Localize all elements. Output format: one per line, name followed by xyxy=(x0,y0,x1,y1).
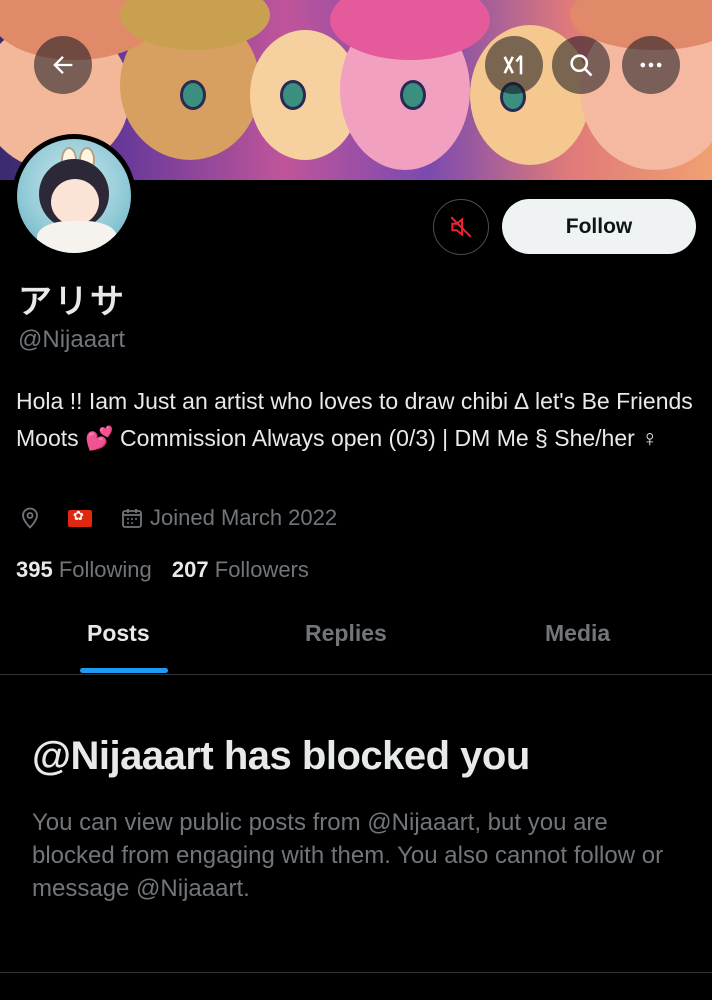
followers-link[interactable]: 207 Followers xyxy=(172,557,309,582)
avatar[interactable] xyxy=(12,134,136,258)
banner-art xyxy=(280,80,306,110)
following-label: Following xyxy=(58,557,152,582)
more-button[interactable] xyxy=(622,36,680,94)
back-button[interactable] xyxy=(34,36,92,94)
more-icon xyxy=(640,62,662,68)
followers-count: 207 xyxy=(171,557,209,582)
following-link[interactable]: 395 Following xyxy=(16,557,152,582)
tab-posts[interactable]: Posts xyxy=(87,620,150,647)
blocked-description: You can view public posts from @Nijaaart… xyxy=(32,809,664,902)
display-name: アリサ xyxy=(18,282,126,322)
follow-button[interactable]: Follow xyxy=(502,199,696,254)
join-date: Joined March 2022 xyxy=(150,505,338,530)
avatar-image xyxy=(17,139,131,253)
following-count: 395 xyxy=(16,557,53,582)
hong-kong-flag-icon xyxy=(68,508,92,527)
grok-icon xyxy=(503,54,523,75)
banner-art xyxy=(400,80,426,110)
avatar-art xyxy=(37,221,117,253)
grok-button[interactable] xyxy=(485,36,543,94)
active-tab-indicator xyxy=(80,668,168,673)
divider xyxy=(0,972,712,973)
follow-stats: 395 Following 207 Followers xyxy=(16,557,309,583)
user-handle: @Nijaaart xyxy=(18,326,126,353)
tab-replies[interactable]: Replies xyxy=(305,620,387,647)
profile-meta: Joined March 2022 xyxy=(18,505,337,531)
banner-art xyxy=(180,80,206,110)
heart-emoji: 💕 xyxy=(85,425,114,451)
back-arrow-icon xyxy=(53,56,73,74)
muted-speaker-icon xyxy=(450,216,472,238)
tab-media[interactable]: Media xyxy=(545,620,610,647)
bio-text: Commission Always open (0/3) | DM Me § S… xyxy=(113,425,659,451)
avatar-art xyxy=(51,179,99,225)
search-button[interactable] xyxy=(552,36,610,94)
profile-bio: Hola !! Iam Just an artist who loves to … xyxy=(16,383,696,457)
unmute-button[interactable] xyxy=(433,199,489,255)
blocked-title: @Nijaaart has blocked you xyxy=(32,734,530,778)
search-icon xyxy=(570,54,593,77)
followers-label: Followers xyxy=(214,557,309,582)
profile-tabs: Posts Replies Media xyxy=(0,600,712,675)
location-pin-icon xyxy=(22,507,38,529)
calendar-icon xyxy=(122,509,142,528)
